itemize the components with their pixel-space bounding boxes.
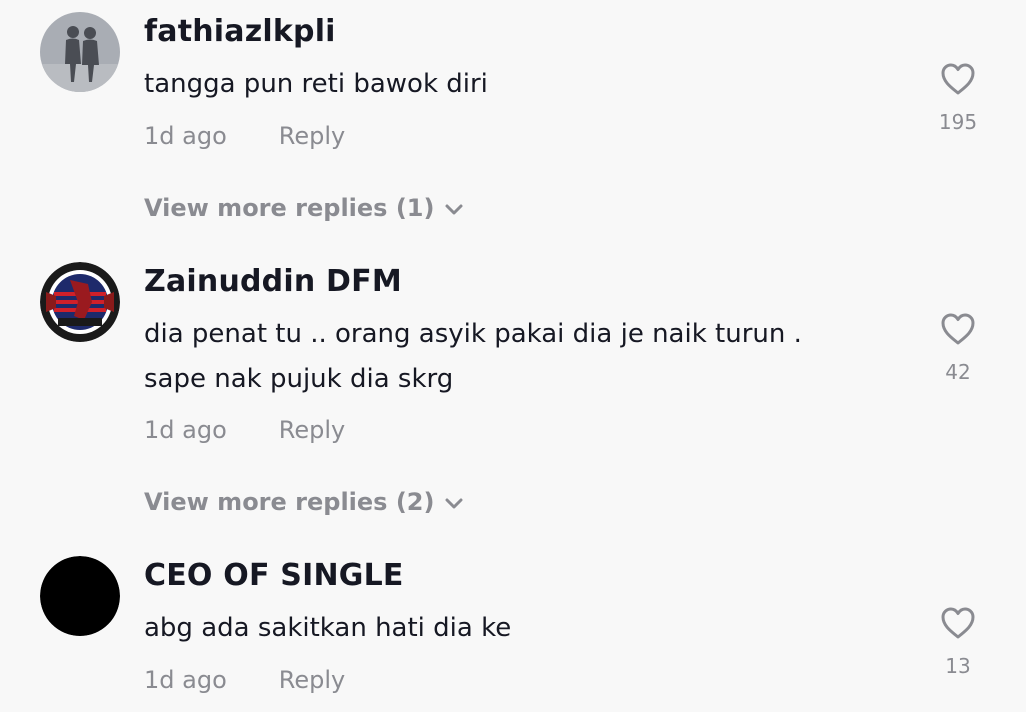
reply-button[interactable]: Reply — [279, 416, 345, 444]
comment-text-line: sape nak pujuk dia skrg — [144, 364, 454, 394]
comment-text-line: abg ada sakitkan hati dia ke — [144, 613, 512, 643]
like-count: 195 — [938, 110, 978, 134]
comment-timestamp: 1d ago — [144, 416, 227, 444]
comment-text-line: dia penat tu .. orang asyik pakai dia je… — [144, 319, 802, 349]
view-more-replies-button[interactable]: View more replies (2) — [144, 488, 464, 516]
comment-meta: 1d ago Reply — [144, 416, 345, 444]
chevron-down-icon — [445, 204, 463, 215]
comment-meta: 1d ago Reply — [144, 122, 345, 150]
like-count: 13 — [945, 654, 971, 678]
reply-button[interactable]: Reply — [279, 666, 345, 694]
like-count: 42 — [945, 360, 971, 384]
avatar[interactable] — [40, 262, 120, 342]
comment-timestamp: 1d ago — [144, 666, 227, 694]
like-button[interactable]: 195 — [920, 62, 996, 134]
comment-username[interactable]: Zainuddin DFM — [144, 264, 402, 299]
view-more-replies-label: View more replies (2) — [144, 488, 435, 516]
comment-text-line: tangga pun reti bawok diri — [144, 69, 488, 99]
avatar[interactable] — [40, 12, 120, 92]
comment-username[interactable]: CEO OF SINGLE — [144, 558, 404, 593]
comment-username[interactable]: fathiazlkpli — [144, 14, 336, 49]
comment-timestamp: 1d ago — [144, 122, 227, 150]
view-more-replies-label: View more replies (1) — [144, 194, 435, 222]
heart-outline-icon — [941, 607, 975, 639]
view-more-replies-button[interactable]: View more replies (1) — [144, 194, 464, 222]
like-button[interactable]: 42 — [920, 312, 996, 384]
chevron-down-icon — [445, 498, 463, 509]
like-button[interactable]: 13 — [920, 606, 996, 678]
reply-button[interactable]: Reply — [279, 122, 345, 150]
heart-outline-icon — [941, 63, 975, 95]
comment-meta: 1d ago Reply — [144, 666, 345, 694]
heart-outline-icon — [941, 313, 975, 345]
avatar[interactable] — [40, 556, 120, 636]
